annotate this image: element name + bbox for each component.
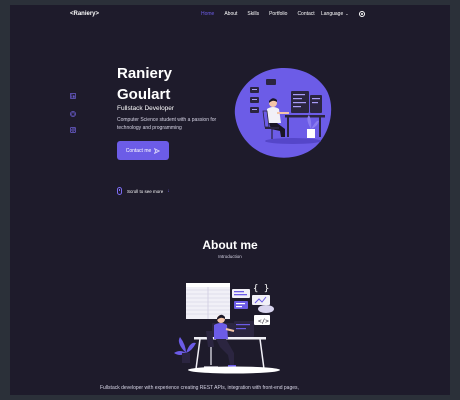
about-title: About me [202, 238, 258, 252]
nav-skills[interactable]: Skills [247, 11, 259, 17]
nav-home[interactable]: Home [201, 11, 214, 17]
nav-about[interactable]: About [224, 11, 237, 17]
chevron-down-icon: ⌄ [345, 11, 349, 16]
workspace-illustration: { } </> [174, 283, 280, 374]
instagram-icon[interactable] [70, 127, 76, 133]
main-nav: Home About Skills Portfolio Contact [201, 11, 325, 17]
nav-contact[interactable]: Contact [297, 11, 314, 17]
hero-name: Raniery Goulart [117, 63, 237, 105]
scroll-label: Scroll to see more [127, 188, 164, 194]
first-name: Raniery [117, 65, 173, 82]
github-icon[interactable] [70, 111, 76, 117]
mouse-icon [117, 187, 122, 195]
language-label: Language [321, 11, 344, 17]
about-text: Fullstack developer with experience crea… [100, 385, 299, 391]
svg-text:{ }: { } [253, 284, 269, 294]
language-selector[interactable]: Language ⌄ [321, 11, 349, 17]
hero-description: Computer Science student with a passion … [117, 117, 217, 131]
theme-toggle-icon[interactable] [359, 11, 365, 17]
logo[interactable]: <Raniery> [70, 11, 99, 17]
send-icon [154, 147, 161, 154]
scroll-indicator[interactable]: Scroll to see more ↓ [117, 187, 170, 195]
arrow-down-icon: ↓ [167, 188, 170, 194]
page: <Raniery> Home About Skills Portfolio Co… [10, 5, 450, 395]
last-name: Goulart [117, 86, 171, 103]
developer-illustration [234, 67, 332, 158]
svg-text:</>: </> [258, 318, 269, 325]
header: <Raniery> Home About Skills Portfolio Co… [10, 5, 450, 25]
linkedin-icon[interactable] [70, 93, 76, 99]
contact-button[interactable]: Contact me [117, 141, 169, 160]
contact-button-label: Contact me [125, 147, 152, 154]
about-subtitle: Introduction [218, 254, 242, 259]
hero-role: Fullstack Developer [117, 105, 175, 112]
nav-portfolio[interactable]: Portfolio [269, 11, 287, 17]
